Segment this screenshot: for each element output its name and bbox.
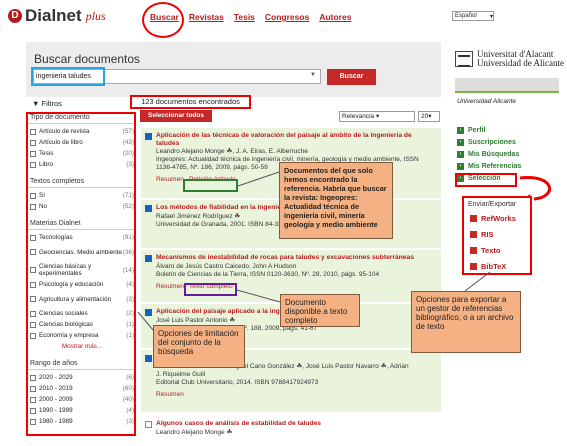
callout-lines xyxy=(137,171,491,331)
